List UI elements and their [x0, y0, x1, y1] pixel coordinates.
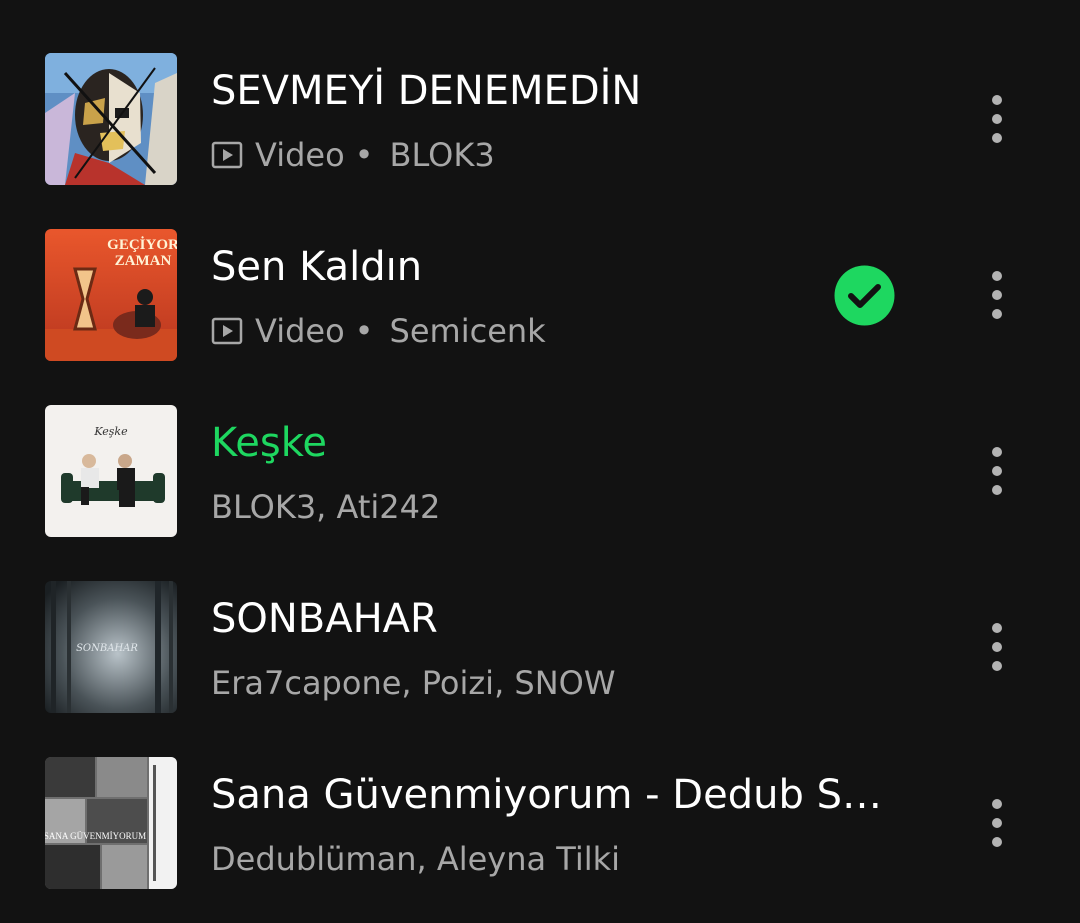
track-artists: BLOK3, Ati242 [211, 488, 441, 526]
video-play-icon [211, 317, 243, 345]
track-row[interactable]: SANA GÜVENMİYORUM Sana Güvenmiyorum - De… [0, 747, 1080, 923]
track-list: SEVMEYİ DENEMEDİN Video • BLOK3 GEÇİYOR … [0, 0, 1080, 907]
separator-dot: • [354, 136, 374, 174]
artwork-text: GEÇİYOR [107, 236, 177, 253]
more-vertical-icon [992, 447, 1002, 457]
track-type: Video [255, 312, 345, 350]
track-subtitle: Dedublüman, Aleyna Tilki [211, 837, 620, 881]
track-subtitle: Era7capone, Poizi, SNOW [211, 661, 615, 705]
artwork-text: ZAMAN [115, 253, 172, 269]
track-row[interactable]: SONBAHAR SONBAHAR Era7capone, Poizi, SNO… [0, 571, 1080, 747]
track-row[interactable]: SEVMEYİ DENEMEDİN Video • BLOK3 [0, 43, 1080, 219]
track-subtitle: BLOK3, Ati242 [211, 485, 440, 529]
track-artists: BLOK3 [389, 136, 495, 174]
track-title: Sen Kaldın [211, 244, 423, 290]
album-art: GEÇİYOR ZAMAN [45, 229, 177, 361]
more-options-button[interactable] [977, 615, 1017, 679]
track-title: Sana Güvenmiyorum - Dedub Se... [211, 772, 891, 818]
track-title: Keşke [211, 420, 328, 466]
album-art: SONBAHAR [45, 581, 177, 713]
artwork-text: SONBAHAR [76, 643, 138, 654]
separator-dot: • [354, 312, 374, 350]
more-options-button[interactable] [977, 791, 1017, 855]
more-vertical-icon [992, 95, 1002, 105]
track-row[interactable]: GEÇİYOR ZAMAN Sen Kaldın Video • Semicen… [0, 219, 1080, 395]
more-options-button[interactable] [977, 439, 1017, 503]
track-row[interactable]: Keşke Keşke BLOK3, Ati242 [0, 395, 1080, 571]
artwork-text: SANA GÜVENMİYORUM [45, 831, 146, 841]
track-artists: Dedublüman, Aleyna Tilki [211, 840, 621, 878]
artwork-text: Keşke [93, 425, 128, 438]
track-type: Video [255, 136, 345, 174]
album-art [45, 53, 177, 185]
track-title: SEVMEYİ DENEMEDİN [211, 68, 642, 114]
track-subtitle: Video • BLOK3 [211, 133, 495, 177]
album-art: Keşke [45, 405, 177, 537]
track-artists: Era7capone, Poizi, SNOW [211, 664, 616, 702]
more-vertical-icon [992, 271, 1002, 281]
more-vertical-icon [992, 623, 1002, 633]
track-subtitle: Video • Semicenk [211, 309, 546, 353]
track-artists: Semicenk [389, 312, 546, 350]
track-title: SONBAHAR [211, 596, 438, 642]
video-play-icon [211, 141, 243, 169]
more-options-button[interactable] [977, 263, 1017, 327]
more-options-button[interactable] [977, 87, 1017, 151]
album-art: SANA GÜVENMİYORUM [45, 757, 177, 889]
more-vertical-icon [992, 799, 1002, 809]
check-circle-icon [834, 265, 895, 326]
